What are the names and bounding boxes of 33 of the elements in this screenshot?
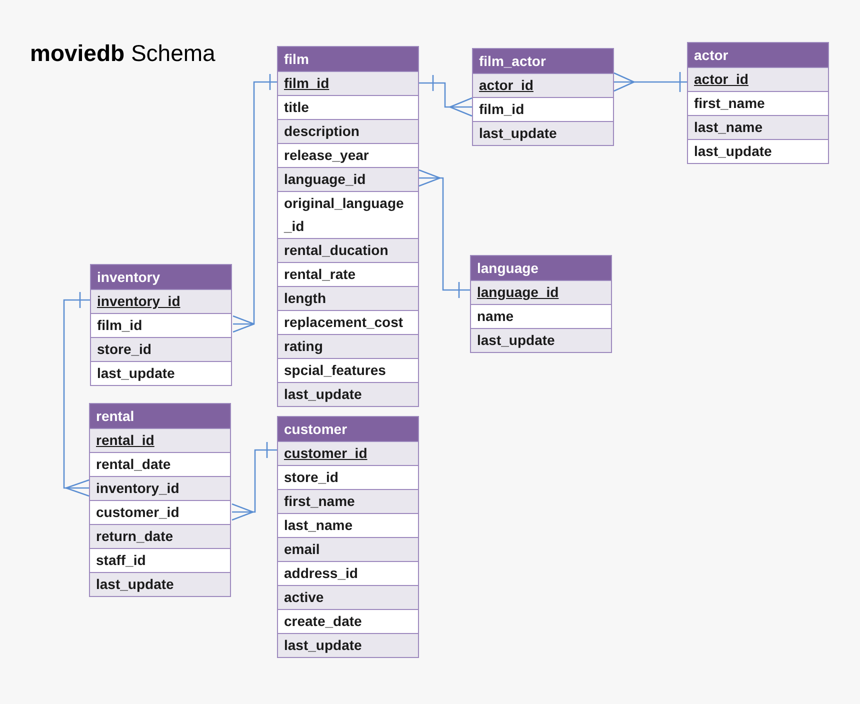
table-field: rating (278, 334, 418, 358)
table-name: customer (278, 417, 418, 441)
table-field: rental_ducation (278, 238, 418, 262)
primary-key-field: actor_id (688, 67, 828, 91)
table-name: rental (90, 404, 230, 428)
table-field: inventory_id (90, 476, 230, 500)
table-field: last_update (278, 633, 418, 657)
table-field: last_update (471, 328, 611, 352)
table-field: last_update (473, 121, 613, 145)
table-field: length (278, 286, 418, 310)
table-field: last_update (90, 572, 230, 596)
primary-key-field: rental_id (90, 428, 230, 452)
table-name: film_actor (473, 49, 613, 73)
primary-key-field: customer_id (278, 441, 418, 465)
table-field: store_id (91, 337, 231, 361)
primary-key-field: actor_id (473, 73, 613, 97)
table-field: language_id (278, 167, 418, 191)
table-field: active (278, 585, 418, 609)
table-field: last_name (688, 115, 828, 139)
table-field: description (278, 119, 418, 143)
table-field: first_name (278, 489, 418, 513)
table-name: film (278, 47, 418, 71)
table-name: inventory (91, 265, 231, 289)
primary-key-field: inventory_id (91, 289, 231, 313)
table-field: last_update (278, 382, 418, 406)
relationship-connector (419, 75, 473, 117)
table-name: actor (688, 43, 828, 67)
table-field: return_date (90, 524, 230, 548)
primary-key-field: language_id (471, 280, 611, 304)
primary-key-field: film_id (278, 71, 418, 95)
table-field: email (278, 537, 418, 561)
table-name: language (471, 256, 611, 280)
diagram-title: moviedb Schema (30, 40, 216, 67)
